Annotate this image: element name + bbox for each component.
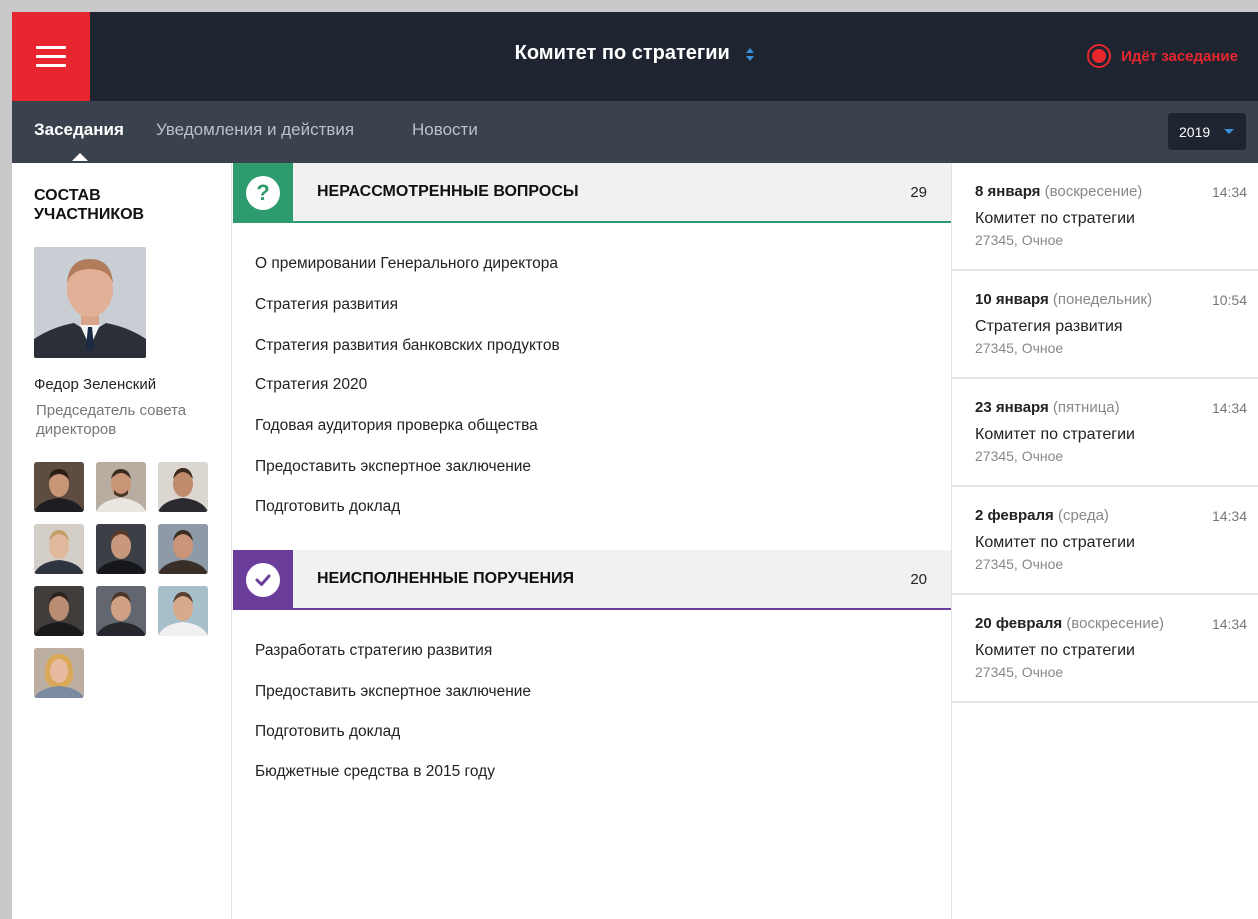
meeting-title: Комитет по стратегии <box>975 210 1135 227</box>
meeting-details: 27345, Очное <box>975 448 1064 464</box>
list-item[interactable]: Стратегия развития банковских продуктов <box>255 337 560 355</box>
participants-panel: СОСТАВ УЧАСТНИКОВ Федор Зеленский Предсе… <box>12 163 232 919</box>
sort-arrows-icon <box>745 46 755 62</box>
live-meeting-indicator[interactable]: Идёт заседание <box>1087 44 1238 68</box>
question-icon: ? <box>246 176 280 210</box>
chevron-down-icon <box>1224 129 1235 134</box>
meeting-weekday: (пятница) <box>1052 399 1120 416</box>
pending-questions-title: НЕРАССМОТРЕННЫЕ ВОПРОСЫ <box>317 183 579 200</box>
avatar[interactable] <box>96 586 146 636</box>
year-select[interactable]: 2019 <box>1168 113 1246 150</box>
meeting-time: 14:34 <box>1211 508 1247 524</box>
unfulfilled-orders-count: 20 <box>910 571 927 588</box>
list-item[interactable]: Подготовить доклад <box>255 498 400 516</box>
live-status-label: Идёт заседание <box>1121 47 1238 65</box>
avatar[interactable] <box>34 586 84 636</box>
meeting-date: 2 февраля <box>975 507 1054 524</box>
meeting-time: 10:54 <box>1211 292 1247 308</box>
meeting-title: Комитет по стратегии <box>975 642 1135 659</box>
meeting-title: Комитет по стратегии <box>975 426 1135 443</box>
unfulfilled-orders-title: НЕИСПОЛНЕННЫЕ ПОРУЧЕНИЯ <box>317 570 574 587</box>
avatar[interactable] <box>34 648 84 698</box>
meetings-panel: 8 января (воскресение) 14:34 Комитет по … <box>951 163 1258 919</box>
issues-panel: ? НЕРАССМОТРЕННЫЕ ВОПРОСЫ 29 О премирова… <box>233 163 951 919</box>
question-icon-box: ? <box>233 163 293 223</box>
committee-selector[interactable]: Комитет по стратегии <box>12 42 1258 65</box>
avatar[interactable] <box>158 462 208 512</box>
tab-news[interactable]: Новости <box>412 120 478 140</box>
tab-notifications[interactable]: Уведомления и действия <box>156 120 354 140</box>
chair-name: Федор Зеленский <box>34 376 157 393</box>
avatar[interactable] <box>34 462 84 512</box>
check-icon <box>246 563 280 597</box>
top-bar: Комитет по стратегии Идёт заседание <box>12 12 1258 101</box>
tab-bar: Заседания Уведомления и действия Новости… <box>12 101 1258 163</box>
avatar[interactable] <box>158 524 208 574</box>
check-icon-box <box>233 550 293 610</box>
tab-meetings[interactable]: Заседания <box>34 120 124 161</box>
meeting-time: 14:34 <box>1211 400 1247 416</box>
meeting-title: Комитет по стратегии <box>975 534 1135 551</box>
meeting-time: 14:34 <box>1211 616 1247 632</box>
list-item[interactable]: Годовая аудитория проверка общества <box>255 417 538 435</box>
meeting-card[interactable]: 20 февраля (воскресение) 14:34 Комитет п… <box>952 595 1258 703</box>
record-icon <box>1087 44 1112 68</box>
avatar[interactable] <box>34 524 84 574</box>
meeting-details: 27345, Очное <box>975 340 1064 356</box>
meeting-card[interactable]: 8 января (воскресение) 14:34 Комитет по … <box>952 163 1258 271</box>
list-item[interactable]: Подготовить доклад <box>255 723 400 741</box>
list-item[interactable]: Стратегия развития <box>255 296 398 314</box>
meeting-weekday: (воскресение) <box>1044 183 1143 200</box>
meeting-date: 23 января <box>975 399 1049 416</box>
meeting-weekday: (среда) <box>1057 507 1109 524</box>
pending-questions-header[interactable]: ? НЕРАССМОТРЕННЫЕ ВОПРОСЫ 29 <box>233 163 951 223</box>
app-window: Комитет по стратегии Идёт заседание Засе… <box>12 12 1258 919</box>
meeting-details: 27345, Очное <box>975 232 1064 248</box>
pending-questions-count: 29 <box>910 184 927 201</box>
unfulfilled-orders-header[interactable]: НЕИСПОЛНЕННЫЕ ПОРУЧЕНИЯ 20 <box>233 550 951 610</box>
meeting-time: 14:34 <box>1211 184 1247 200</box>
person-photo-icon <box>34 247 146 358</box>
meeting-date: 8 января <box>975 183 1041 200</box>
meeting-card[interactable]: 23 января (пятница) 14:34 Комитет по стр… <box>952 379 1258 487</box>
meeting-details: 27345, Очное <box>975 664 1064 680</box>
meeting-title: Стратегия развития <box>975 318 1123 335</box>
list-item[interactable]: Бюджетные средства в 2015 году <box>255 763 495 781</box>
meeting-date: 20 февраля <box>975 615 1063 632</box>
meeting-card[interactable]: 2 февраля (среда) 14:34 Комитет по страт… <box>952 487 1258 595</box>
meeting-weekday: (понедельник) <box>1052 291 1153 308</box>
chair-avatar[interactable] <box>34 247 146 358</box>
avatar[interactable] <box>158 586 208 636</box>
meeting-card[interactable]: 10 января (понедельник) 10:54 Стратегия … <box>952 271 1258 379</box>
list-item[interactable]: Предоставить экспертное заключение <box>255 683 531 701</box>
list-item[interactable]: Предоставить экспертное заключение <box>255 458 531 476</box>
meeting-date: 10 января <box>975 291 1049 308</box>
meeting-weekday: (воскресение) <box>1066 615 1165 632</box>
list-item[interactable]: Стратегия 2020 <box>255 376 367 394</box>
meeting-details: 27345, Очное <box>975 556 1064 572</box>
avatar[interactable] <box>96 524 146 574</box>
chair-role: Председатель совета директоров <box>36 402 187 438</box>
avatar[interactable] <box>96 462 146 512</box>
year-value: 2019 <box>1179 123 1211 140</box>
page-title: Комитет по стратегии <box>514 42 730 64</box>
list-item[interactable]: О премировании Генерального директора <box>255 255 558 273</box>
list-item[interactable]: Разработать стратегию развития <box>255 642 492 660</box>
participants-heading: СОСТАВ УЧАСТНИКОВ <box>34 187 145 223</box>
